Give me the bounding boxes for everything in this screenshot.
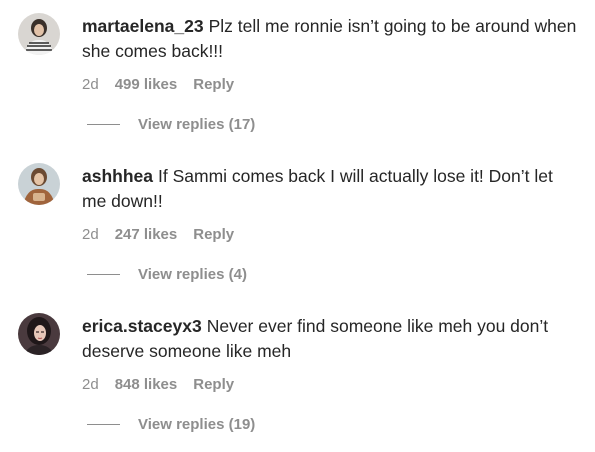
comment-meta: 2d 499 likes Reply	[82, 76, 582, 94]
replies-divider-line	[87, 424, 120, 425]
avatar[interactable]	[18, 13, 60, 55]
comment-text: ashhhea If Sammi comes back I will actual…	[82, 164, 582, 214]
comment-body: erica.staceyx3 Never ever find someone li…	[82, 314, 582, 394]
comment-username[interactable]: erica.staceyx3	[82, 316, 202, 336]
avatar[interactable]	[18, 163, 60, 205]
comment-likes[interactable]: 848 likes	[115, 376, 178, 394]
view-replies-button[interactable]: View replies (19)	[87, 416, 255, 433]
comment-username[interactable]: ashhhea	[82, 166, 153, 186]
avatar[interactable]	[18, 313, 60, 355]
view-replies-button[interactable]: View replies (17)	[87, 116, 255, 133]
replies-divider-line	[87, 274, 120, 275]
comment-likes[interactable]: 499 likes	[115, 76, 178, 94]
comment-time: 2d	[82, 376, 99, 393]
view-replies-label: View replies (17)	[138, 116, 256, 133]
comment-meta: 2d 247 likes Reply	[82, 226, 582, 244]
comment-time: 2d	[82, 226, 99, 243]
comment-username[interactable]: martaelena_23	[82, 16, 204, 36]
reply-button[interactable]: Reply	[193, 76, 234, 94]
view-replies-label: View replies (4)	[138, 266, 247, 283]
comment-time: 2d	[82, 76, 99, 93]
view-replies-label: View replies (19)	[138, 416, 256, 433]
replies-divider-line	[87, 124, 120, 125]
view-replies-button[interactable]: View replies (4)	[87, 266, 247, 283]
comments-list: martaelena_23 Plz tell me ronnie isn’t go…	[0, 0, 595, 452]
comment-likes[interactable]: 247 likes	[115, 226, 178, 244]
reply-button[interactable]: Reply	[193, 376, 234, 394]
comment-body: martaelena_23 Plz tell me ronnie isn’t go…	[82, 14, 582, 94]
comment-meta: 2d 848 likes Reply	[82, 376, 582, 394]
reply-button[interactable]: Reply	[193, 226, 234, 244]
comment-text: martaelena_23 Plz tell me ronnie isn’t go…	[82, 14, 582, 64]
comment-text: erica.staceyx3 Never ever find someone li…	[82, 314, 582, 364]
comment-body: ashhhea If Sammi comes back I will actual…	[82, 164, 582, 244]
